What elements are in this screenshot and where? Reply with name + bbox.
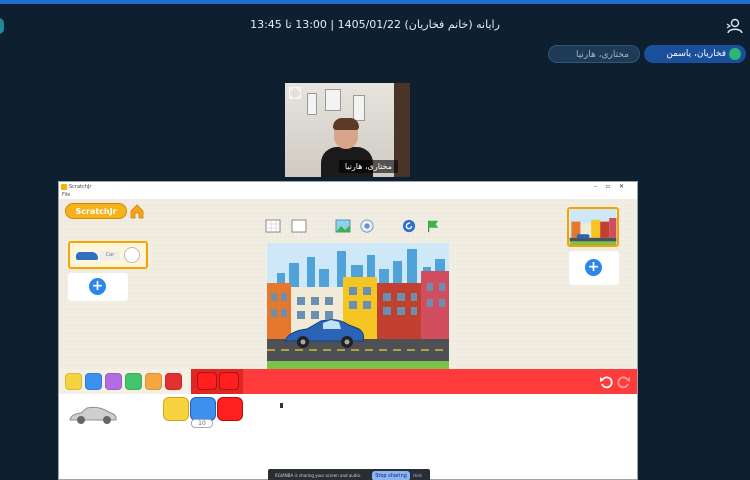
presentation-mode-icon[interactable]	[359, 219, 375, 233]
shield-icon	[729, 48, 741, 60]
green-flag-block[interactable]	[163, 397, 189, 421]
car-sprite-icon[interactable]	[67, 404, 119, 426]
block-count-field[interactable]: 10	[191, 419, 213, 428]
green-flag-icon[interactable]	[425, 219, 441, 233]
user-icon[interactable]	[726, 18, 744, 34]
participant-chip-secondary-label: مختاری، هارنیا	[575, 50, 629, 60]
scratchjr-logo: ScratchJr	[65, 203, 127, 219]
top-accent-bar	[0, 0, 750, 4]
menu-file[interactable]: File	[59, 192, 637, 199]
mouse-cursor	[280, 403, 283, 408]
category-looks[interactable]	[105, 373, 122, 390]
script-area[interactable]: 10	[59, 394, 637, 479]
blocks-palette	[59, 369, 637, 394]
sprite-label: Car	[100, 251, 120, 260]
share-banner-message: RGIANBA is sharing your screen and audio…	[275, 473, 362, 478]
category-triggers[interactable]	[65, 373, 82, 390]
move-right-block[interactable]	[190, 397, 216, 421]
window-controls[interactable]: –▫✕	[594, 182, 633, 192]
grid-toggle-icon[interactable]	[265, 219, 281, 233]
stop-sharing-button[interactable]: Stop sharing	[372, 471, 410, 480]
add-sprite-slot: +	[68, 273, 128, 301]
hide-banner-link[interactable]: Hide	[413, 469, 422, 480]
change-background-icon[interactable]	[335, 219, 351, 233]
window-title: ScratchJr	[69, 184, 92, 190]
session-title: رایانه (خانم فخاریان) 1405/01/22 | 13:00…	[250, 18, 500, 31]
repeat-forever-block[interactable]	[219, 372, 239, 390]
category-motion[interactable]	[85, 373, 102, 390]
category-control[interactable]	[145, 373, 162, 390]
participant-video-tile[interactable]: مختاری، هارنیا	[285, 83, 410, 177]
category-tray	[59, 369, 191, 394]
undo-icon[interactable]	[599, 375, 613, 389]
repeat-forever-block-script[interactable]	[217, 397, 243, 421]
participant-chip-secondary[interactable]: مختاری، هارنیا	[548, 45, 640, 63]
wall-poster	[325, 89, 341, 111]
palette-selected	[191, 369, 243, 394]
window-titlebar: ScratchJr –▫✕	[59, 182, 637, 192]
participant-chip-primary-label: فخاریان، یاسمن	[666, 49, 726, 59]
home-icon[interactable]	[129, 203, 145, 219]
background-thumbnail[interactable]	[567, 207, 619, 247]
app-icon	[61, 184, 67, 190]
redo-icon[interactable]	[617, 375, 631, 389]
add-page-button[interactable]: +	[585, 259, 602, 276]
shared-screen-window: ScratchJr –▫✕ File ScratchJr Car + + 10	[58, 181, 638, 480]
wall-poster	[307, 93, 317, 115]
add-page-slot: +	[569, 251, 619, 285]
stage-canvas[interactable]	[267, 243, 449, 379]
scratch-cat-icon	[124, 247, 140, 263]
camera-name-label: مختاری، هارنیا	[338, 160, 398, 173]
end-block[interactable]	[197, 372, 217, 390]
text-tool-icon[interactable]	[291, 219, 307, 233]
sprite-thumbnail[interactable]: Car	[68, 241, 148, 269]
wall-poster	[353, 95, 365, 121]
category-sound[interactable]	[125, 373, 142, 390]
scratchjr-workspace: ScratchJr Car + +	[59, 199, 637, 379]
category-end[interactable]	[165, 373, 182, 390]
add-sprite-button[interactable]: +	[89, 278, 106, 295]
expand-icon[interactable]	[289, 87, 301, 99]
reset-icon[interactable]	[401, 219, 417, 233]
participant-hair	[333, 118, 359, 130]
car-sprite-icon	[76, 252, 98, 260]
screen-share-banner: RGIANBA is sharing your screen and audio…	[268, 469, 430, 480]
participant-chip-primary[interactable]: فخاریان، یاسمن	[644, 45, 746, 63]
